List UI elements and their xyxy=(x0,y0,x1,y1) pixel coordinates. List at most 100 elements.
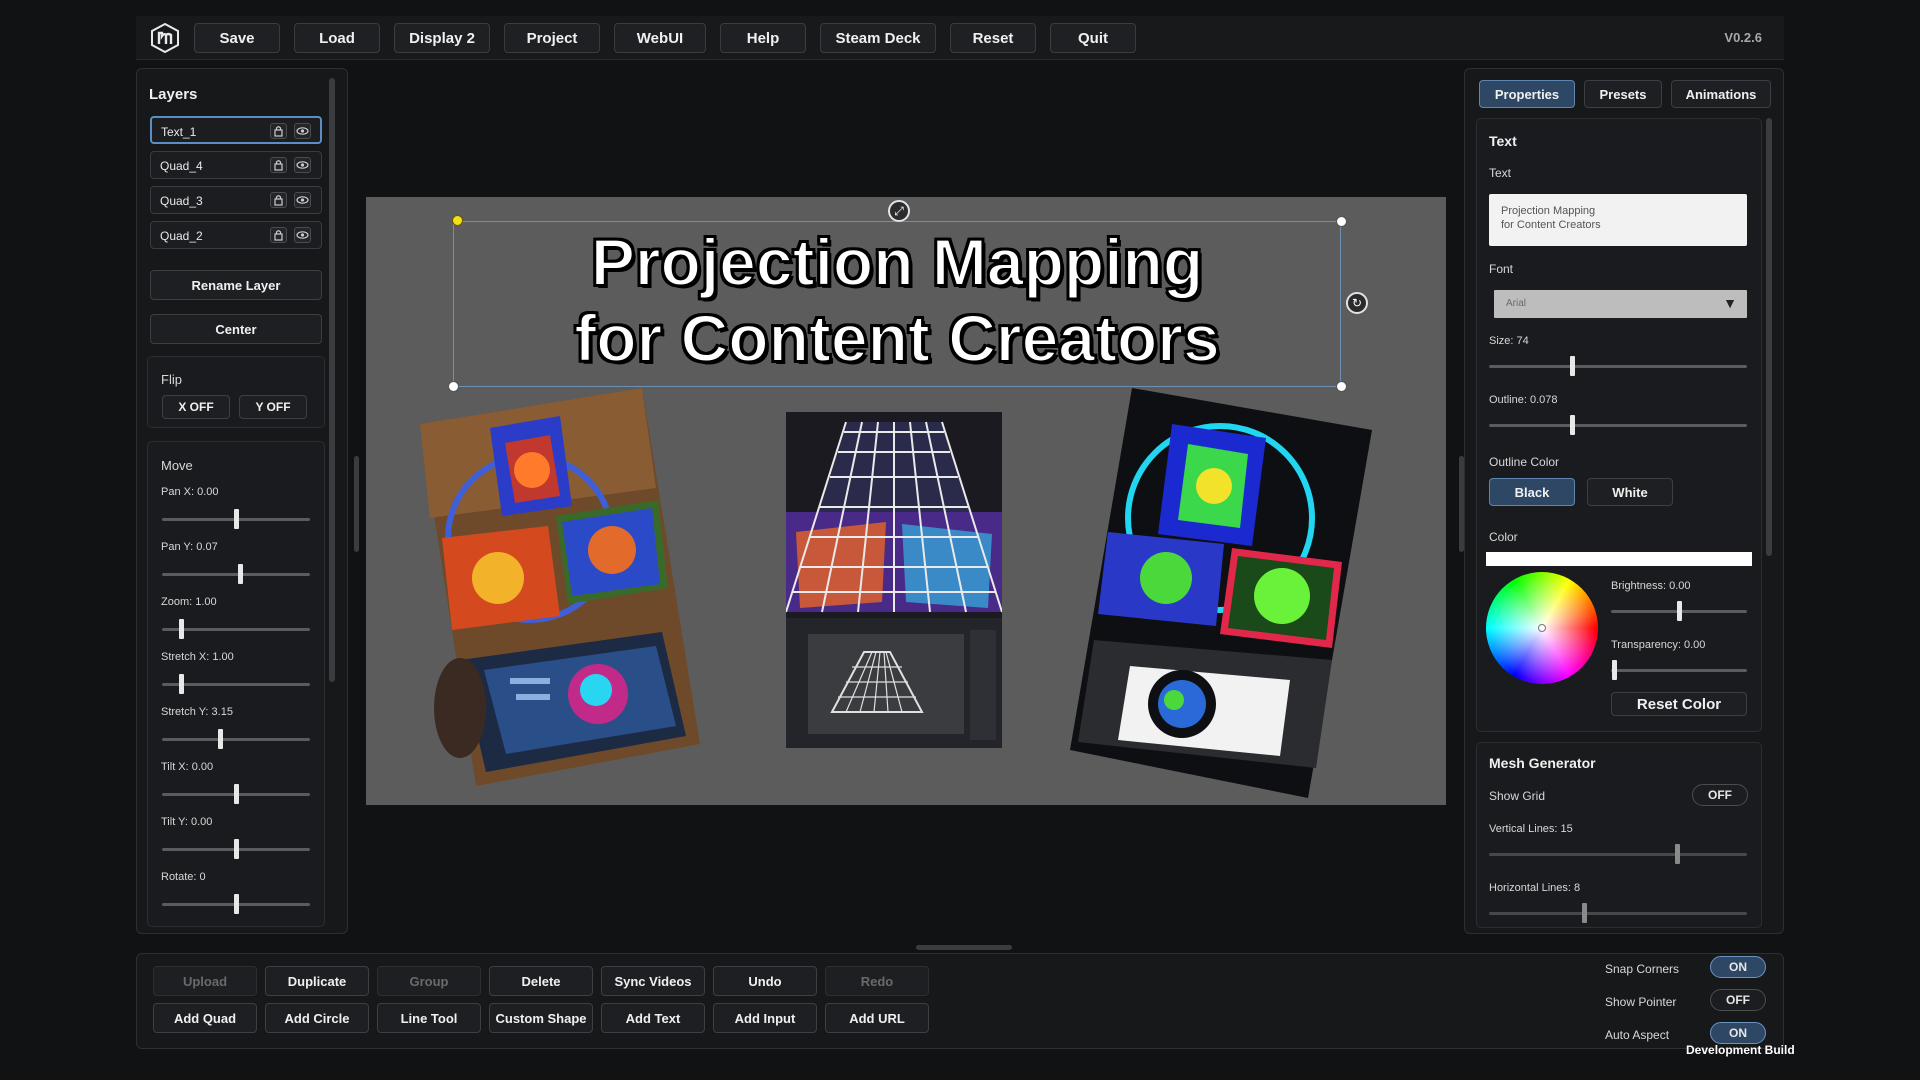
move-slider-thumb[interactable] xyxy=(234,509,239,529)
size-slider-thumb[interactable] xyxy=(1570,356,1575,376)
move-slider-track[interactable] xyxy=(162,683,310,686)
text-content-line-1: Projection Mapping xyxy=(1501,205,1596,217)
add-input-button[interactable]: Add Input xyxy=(713,1003,817,1033)
show-pointer-toggle[interactable]: OFF xyxy=(1710,989,1766,1011)
add-circle-button[interactable]: Add Circle xyxy=(265,1003,369,1033)
transparency-slider-thumb[interactable] xyxy=(1612,660,1617,680)
move-slider-track[interactable] xyxy=(162,738,310,741)
load-button[interactable]: Load xyxy=(294,23,380,53)
corner-handle-bottom-right[interactable] xyxy=(1336,381,1347,392)
add-url-button[interactable]: Add URL xyxy=(825,1003,929,1033)
group-button[interactable]: Group xyxy=(377,966,481,996)
layer-name: Quad_4 xyxy=(160,159,203,173)
move-slider-thumb[interactable] xyxy=(179,619,184,639)
add-quad-button[interactable]: Add Quad xyxy=(153,1003,257,1033)
move-slider-label: Rotate: 0 xyxy=(161,871,206,883)
outline-slider-track[interactable] xyxy=(1489,424,1747,427)
quad-image-left[interactable] xyxy=(420,388,700,786)
move-slider-label: Tilt X: 0.00 xyxy=(161,761,214,773)
lock-icon[interactable] xyxy=(270,192,287,208)
horizontal-lines-slider-track[interactable] xyxy=(1489,912,1747,915)
display-2-button[interactable]: Display 2 xyxy=(394,23,490,53)
quad-image-center[interactable] xyxy=(786,412,1002,748)
quad-image-right[interactable] xyxy=(1070,388,1372,798)
move-slider-label: Stretch X: 1.00 xyxy=(161,651,234,663)
reset-button[interactable]: Reset xyxy=(950,23,1036,53)
move-slider-label: Tilt Y: 0.00 xyxy=(161,816,213,828)
corner-handle-bottom-left[interactable] xyxy=(448,381,459,392)
move-slider-track[interactable] xyxy=(162,573,310,576)
line-tool-button[interactable]: Line Tool xyxy=(377,1003,481,1033)
font-dropdown[interactable]: Arial ▼ xyxy=(1494,290,1747,318)
quit-button[interactable]: Quit xyxy=(1050,23,1136,53)
lock-icon[interactable] xyxy=(270,123,287,139)
move-slider-label: Zoom: 1.00 xyxy=(161,596,217,608)
duplicate-button[interactable]: Duplicate xyxy=(265,966,369,996)
upload-button[interactable]: Upload xyxy=(153,966,257,996)
move-slider-thumb[interactable] xyxy=(234,894,239,914)
properties-scrollbar[interactable] xyxy=(1766,118,1772,556)
eye-icon[interactable] xyxy=(294,157,311,173)
save-button[interactable]: Save xyxy=(194,23,280,53)
center-button[interactable]: Center xyxy=(150,314,322,344)
snap-corners-toggle[interactable]: ON xyxy=(1710,956,1766,978)
horizontal-lines-label: Horizontal Lines: 8 xyxy=(1489,882,1581,894)
left-splitter-handle[interactable] xyxy=(354,456,359,552)
help-button[interactable]: Help xyxy=(720,23,806,53)
redo-button[interactable]: Redo xyxy=(825,966,929,996)
rotate-icon[interactable]: ↻ xyxy=(1346,292,1368,314)
outline-slider-thumb[interactable] xyxy=(1570,415,1575,435)
layer-item-quad-3[interactable]: Quad_3 xyxy=(150,186,322,214)
outline-label: Outline: 0.078 xyxy=(1489,394,1558,406)
brightness-slider-thumb[interactable] xyxy=(1677,601,1682,621)
vertical-lines-slider-thumb[interactable] xyxy=(1675,844,1680,864)
corner-handle-top-left[interactable] xyxy=(452,215,463,226)
project-button[interactable]: Project xyxy=(504,23,600,53)
move-slider-thumb[interactable] xyxy=(234,784,239,804)
layer-item-text-1[interactable]: Text_1 xyxy=(150,116,322,144)
tab-presets[interactable]: Presets xyxy=(1584,80,1662,108)
flip-x-toggle[interactable]: X OFF xyxy=(162,395,230,419)
custom-shape-button[interactable]: Custom Shape xyxy=(489,1003,593,1033)
auto-aspect-toggle[interactable]: ON xyxy=(1710,1022,1766,1044)
lock-icon[interactable] xyxy=(270,157,287,173)
layer-item-quad-2[interactable]: Quad_2 xyxy=(150,221,322,249)
size-slider-track[interactable] xyxy=(1489,365,1747,368)
color-wheel[interactable] xyxy=(1486,572,1598,684)
move-slider-thumb[interactable] xyxy=(238,564,243,584)
canvas-text-layer[interactable]: Projection Mapping for Content Creators xyxy=(453,224,1341,376)
steam-deck-button[interactable]: Steam Deck xyxy=(820,23,936,53)
move-slider-thumb[interactable] xyxy=(179,674,184,694)
color-swatch[interactable] xyxy=(1486,552,1752,566)
webui-button[interactable]: WebUI xyxy=(614,23,706,53)
eye-icon[interactable] xyxy=(294,227,311,243)
outline-white-button[interactable]: White xyxy=(1587,478,1673,506)
show-grid-toggle[interactable]: OFF xyxy=(1692,784,1748,806)
rename-layer-button[interactable]: Rename Layer xyxy=(150,270,322,300)
layer-item-quad-4[interactable]: Quad_4 xyxy=(150,151,322,179)
corner-handle-top-right[interactable] xyxy=(1336,216,1347,227)
move-slider-thumb[interactable] xyxy=(234,839,239,859)
text-content-field[interactable]: Projection Mapping for Content Creators xyxy=(1489,194,1747,246)
reset-color-button[interactable]: Reset Color xyxy=(1611,692,1747,716)
add-text-button[interactable]: Add Text xyxy=(601,1003,705,1033)
color-wheel-picker[interactable] xyxy=(1538,624,1546,632)
resize-icon[interactable]: ⤢ xyxy=(888,200,910,222)
outline-black-button[interactable]: Black xyxy=(1489,478,1575,506)
horizontal-lines-slider-thumb[interactable] xyxy=(1582,903,1587,923)
tab-properties[interactable]: Properties xyxy=(1479,80,1575,108)
transparency-slider-track[interactable] xyxy=(1611,669,1747,672)
vertical-lines-slider-track[interactable] xyxy=(1489,853,1747,856)
flip-y-toggle[interactable]: Y OFF xyxy=(239,395,307,419)
undo-button[interactable]: Undo xyxy=(713,966,817,996)
tab-animations[interactable]: Animations xyxy=(1671,80,1771,108)
sync-videos-button[interactable]: Sync Videos xyxy=(601,966,705,996)
lock-icon[interactable] xyxy=(270,227,287,243)
eye-icon[interactable] xyxy=(294,123,311,139)
move-slider-thumb[interactable] xyxy=(218,729,223,749)
move-slider-track[interactable] xyxy=(162,628,310,631)
delete-button[interactable]: Delete xyxy=(489,966,593,996)
bottom-splitter-handle[interactable] xyxy=(916,945,1012,950)
layers-scrollbar[interactable] xyxy=(329,78,335,682)
eye-icon[interactable] xyxy=(294,192,311,208)
